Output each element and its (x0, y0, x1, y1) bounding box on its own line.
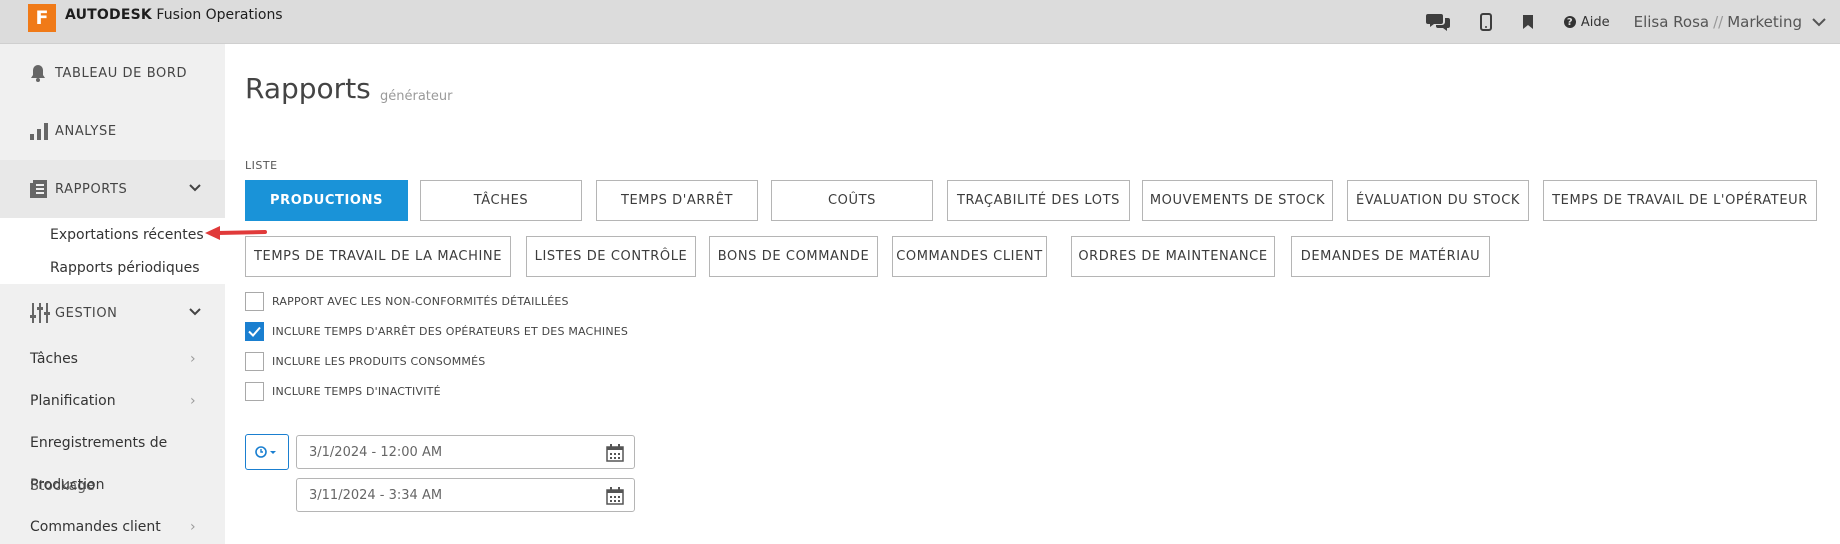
sidebar-item-reports[interactable]: RAPPORTS (0, 160, 225, 218)
page-subtitle: générateur (380, 89, 453, 104)
checkbox[interactable] (245, 382, 264, 401)
help-label: Aide (1580, 14, 1610, 30)
checkbox-label: INCLURE LES PRODUITS CONSOMMÉS (272, 355, 486, 368)
sidebar-item-records[interactable]: Enregistrements de (30, 435, 167, 451)
calendar-icon[interactable] (606, 487, 624, 509)
sidebar-item-tasks[interactable]: Tâches (30, 351, 78, 367)
checkbox[interactable] (245, 352, 264, 371)
user-menu[interactable]: Elisa Rosa // Marketing (1634, 13, 1826, 31)
option-detailed-nonconformities[interactable]: RAPPORT AVEC LES NON-CONFORMITÉS DÉTAILL… (245, 292, 569, 311)
sidebar: TABLEAU DE BORD ANALYSE RAPPORTS Exporta… (0, 44, 225, 544)
chevron-down-icon (188, 306, 202, 321)
date-from-field[interactable]: 3/1/2024 - 12:00 AM (296, 435, 635, 469)
help-link[interactable]: ? Aide (1563, 14, 1610, 30)
list-label: LISTE (245, 159, 278, 172)
tab-machine-work-time[interactable]: TEMPS DE TRAVAIL DE LA MACHINE (245, 236, 511, 277)
sidebar-item-label: GESTION (55, 305, 118, 321)
checkbox-label: RAPPORT AVEC LES NON-CONFORMITÉS DÉTAILL… (272, 295, 569, 308)
top-right-actions: ? Aide Elisa Rosa // Marketing (1425, 0, 1840, 44)
checkmark-icon (248, 326, 261, 337)
tab-downtime[interactable]: TEMPS D'ARRÊT (596, 180, 758, 221)
sidebar-item-storage-overlap: Stockage (30, 478, 95, 494)
reports-submenu: Exportations récentes Rapports périodiqu… (0, 218, 225, 284)
sidebar-item-dashboard[interactable]: TABLEAU DE BORD (0, 44, 225, 102)
mobile-icon[interactable] (1479, 13, 1492, 31)
chevron-down-icon (188, 182, 202, 197)
user-department: Marketing (1727, 13, 1802, 31)
sidebar-item-recent-exports[interactable]: Exportations récentes (50, 227, 204, 243)
bar-chart-icon (30, 122, 48, 140)
help-icon: ? (1563, 16, 1576, 28)
option-include-idle-time[interactable]: INCLURE TEMPS D'INACTIVITÉ (245, 382, 441, 401)
document-icon (30, 179, 48, 199)
date-to-value: 3/11/2024 - 3:34 AM (309, 487, 443, 503)
sidebar-item-label: ANALYSE (55, 123, 117, 139)
sidebar-item-analysis[interactable]: ANALYSE (0, 102, 225, 160)
checkbox-checked[interactable] (245, 322, 264, 341)
chevron-right-icon: › (190, 519, 196, 535)
sidebar-item-planning[interactable]: Planification (30, 393, 116, 409)
brand-product: Fusion Operations (156, 7, 283, 23)
tab-lot-traceability[interactable]: TRAÇABILITÉ DES LOTS (947, 180, 1130, 221)
fusion-logo-icon: F (28, 4, 56, 32)
user-separator: // (1713, 13, 1724, 31)
checkbox-label: INCLURE TEMPS D'ARRÊT DES OPÉRATEURS ET … (272, 325, 629, 338)
sidebar-item-periodic-reports[interactable]: Rapports périodiques (50, 260, 199, 276)
sidebar-item-sales-orders[interactable]: Commandes client (30, 519, 161, 535)
brand-name: AUTODESK Fusion Operations (65, 7, 283, 23)
date-from-value: 3/1/2024 - 12:00 AM (309, 444, 443, 460)
brand-bold: AUTODESK (65, 7, 152, 23)
sidebar-item-management[interactable]: GESTION (0, 284, 225, 342)
user-name: Elisa Rosa (1633, 13, 1710, 31)
tab-productions[interactable]: PRODUCTIONS (245, 180, 408, 221)
page-title: Rapports (245, 72, 371, 105)
chat-icon[interactable] (1425, 12, 1450, 32)
sidebar-item-label: TABLEAU DE BORD (55, 65, 188, 81)
tab-stock-movements[interactable]: MOUVEMENTS DE STOCK (1142, 180, 1333, 221)
checkbox-label: INCLURE TEMPS D'INACTIVITÉ (272, 385, 441, 398)
option-include-consumed-products[interactable]: INCLURE LES PRODUITS CONSOMMÉS (245, 352, 485, 371)
calendar-icon[interactable] (606, 444, 624, 466)
tab-stock-valuation[interactable]: ÉVALUATION DU STOCK (1347, 180, 1529, 221)
sliders-icon (30, 303, 50, 323)
bell-icon (30, 64, 46, 82)
tab-purchase-orders[interactable]: BONS DE COMMANDE (709, 236, 878, 277)
tab-costs[interactable]: COÛTS (771, 180, 933, 221)
top-bar: F AUTODESK Fusion Operations ? Aide Elis… (0, 0, 1840, 44)
tab-tasks[interactable]: TÂCHES (420, 180, 582, 221)
tab-operator-work-time[interactable]: TEMPS DE TRAVAIL DE L'OPÉRATEUR (1543, 180, 1817, 221)
chevron-right-icon: › (190, 393, 196, 409)
date-to-field[interactable]: 3/11/2024 - 3:34 AM (296, 478, 635, 512)
chevron-down-icon (1812, 13, 1826, 31)
tab-checklists[interactable]: LISTES DE CONTRÔLE (526, 236, 696, 277)
sidebar-item-label: RAPPORTS (55, 181, 128, 197)
clock-icon (255, 446, 276, 458)
brand[interactable]: F AUTODESK Fusion Operations (28, 4, 283, 34)
bookmark-icon[interactable] (1522, 15, 1534, 29)
chevron-right-icon: › (190, 351, 196, 367)
tab-maintenance-orders[interactable]: ORDRES DE MAINTENANCE (1071, 236, 1275, 277)
tab-sales-orders[interactable]: COMMANDES CLIENT (892, 236, 1047, 277)
option-include-downtime[interactable]: INCLURE TEMPS D'ARRÊT DES OPÉRATEURS ET … (245, 322, 628, 341)
time-preset-dropdown[interactable] (245, 434, 289, 470)
checkbox[interactable] (245, 292, 264, 311)
tab-material-requests[interactable]: DEMANDES DE MATÉRIAU (1291, 236, 1490, 277)
